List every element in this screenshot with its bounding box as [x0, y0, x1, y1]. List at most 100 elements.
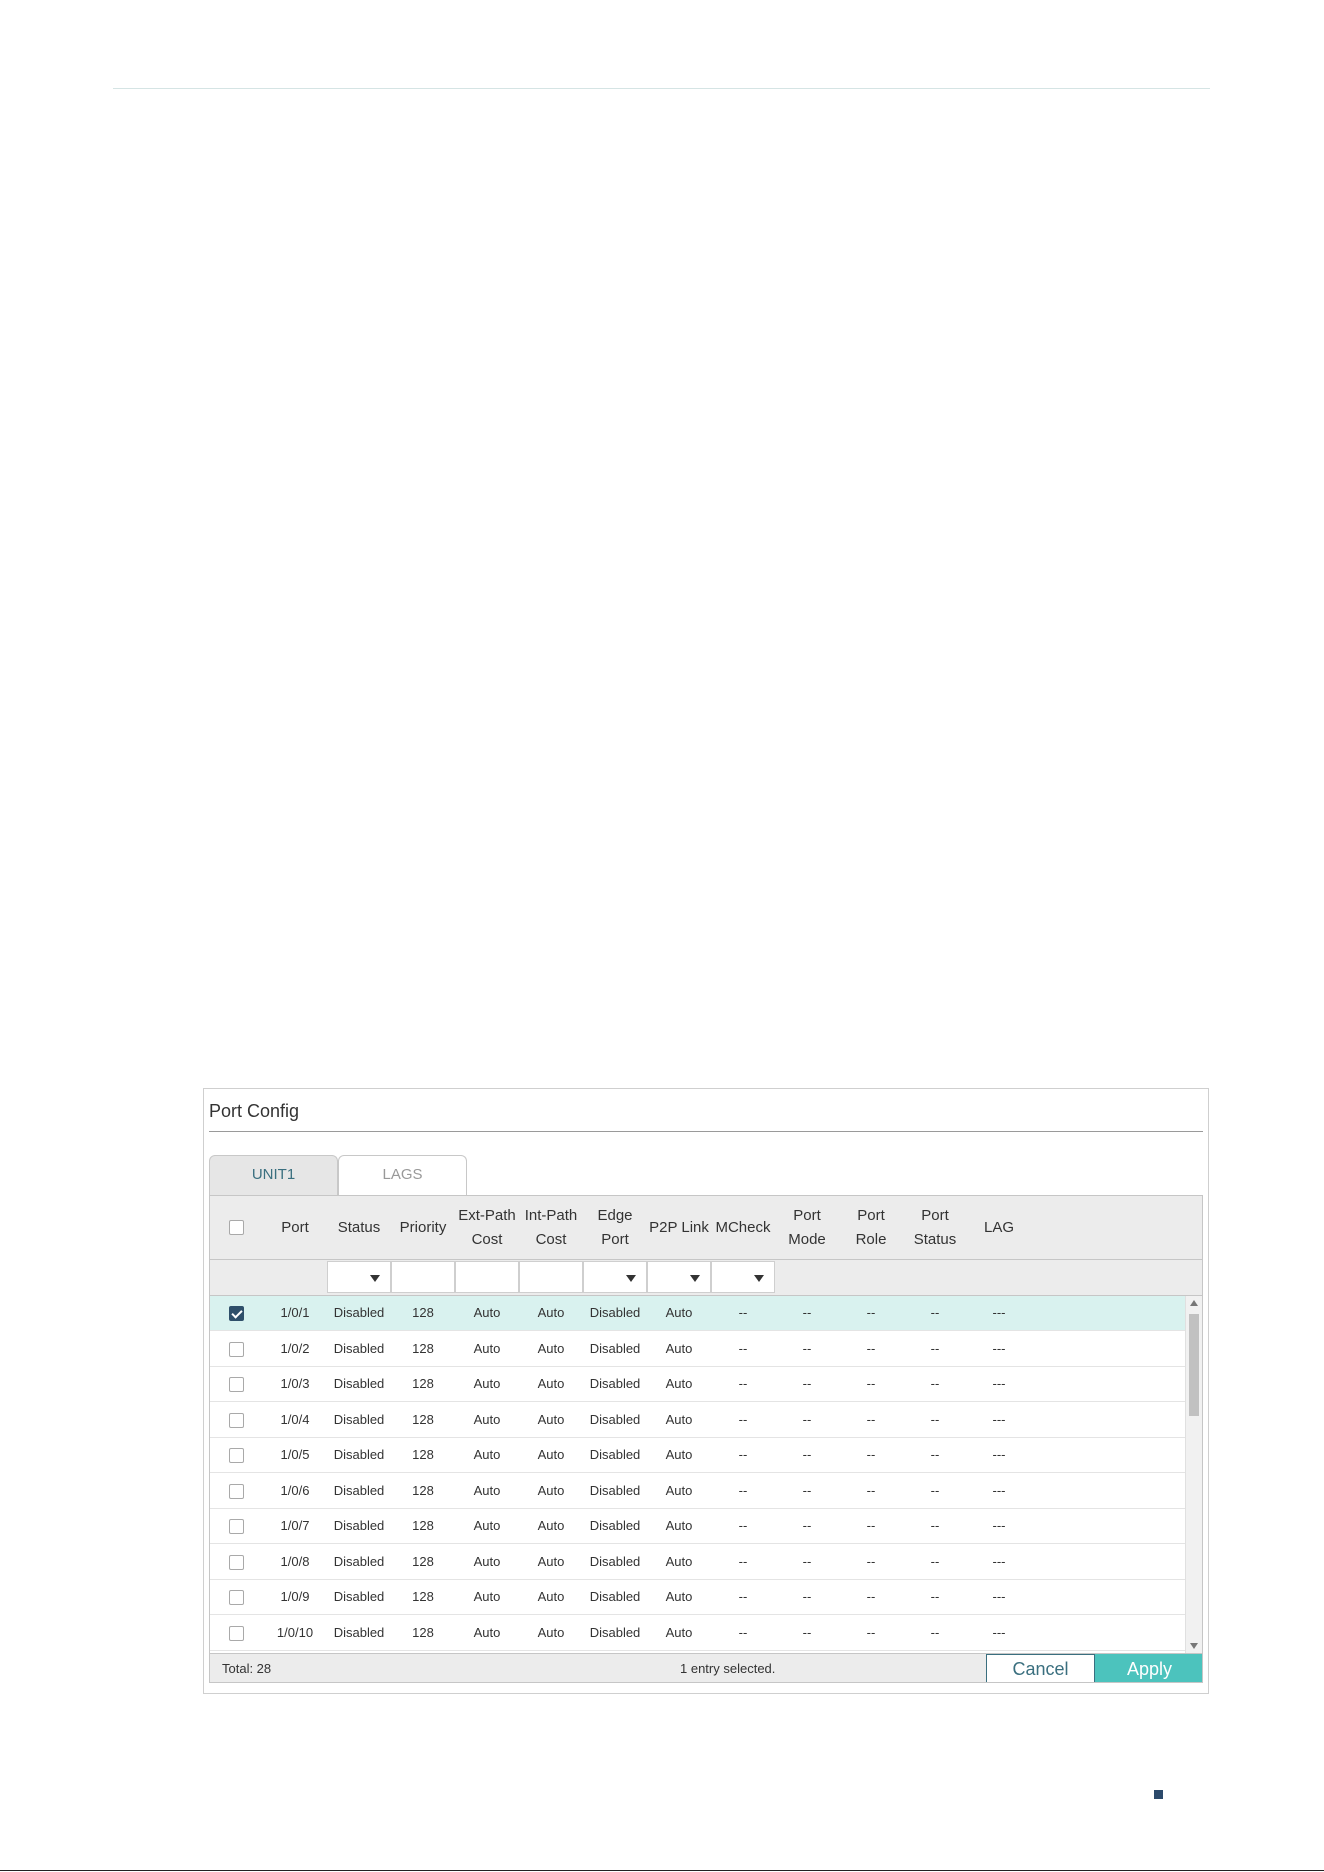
table-row[interactable]: 1/0/4 Disabled 128 Auto Auto Disabled Auto -- --…	[210, 1403, 1185, 1438]
row-checkbox[interactable]	[229, 1625, 244, 1641]
cell-p2p-link: Auto	[665, 1482, 693, 1498]
cell-ext-path-cost: Auto	[473, 1482, 501, 1498]
filter-status[interactable]	[327, 1261, 391, 1293]
cell-p2p-link: Auto	[665, 1589, 693, 1604]
row-select-cell[interactable]	[210, 1509, 263, 1544]
page-marker-icon	[1154, 1790, 1163, 1799]
cell-edge-port: Disabled	[589, 1553, 641, 1569]
row-select-cell[interactable]	[210, 1367, 263, 1402]
cell-port-role: --	[866, 1376, 876, 1391]
table-row[interactable]: 1/0/5 Disabled 128 Auto Auto Disabled Auto -- --…	[210, 1438, 1185, 1473]
row-select-cell[interactable]	[210, 1474, 263, 1509]
header-edge-port: Edge Port	[597, 1207, 633, 1248]
cell-mcheck: --	[738, 1376, 748, 1391]
cell-ext-path-cost: Auto	[473, 1305, 501, 1320]
table-row[interactable]: 1/0/8 Disabled 128 Auto Auto Disabled Auto -- --…	[210, 1545, 1185, 1580]
row-select-cell[interactable]	[210, 1403, 263, 1438]
tab-lags[interactable]: LAGS	[338, 1155, 467, 1195]
chevron-down-icon[interactable]	[690, 1275, 700, 1282]
header-select-all[interactable]	[210, 1196, 263, 1260]
filter-ext-path-cost[interactable]	[455, 1261, 519, 1293]
cell-port: 1/0/6	[280, 1482, 310, 1498]
table-row[interactable]: 1/0/1 Disabled 128 Auto Auto Disabled Auto -- --…	[210, 1296, 1185, 1331]
cell-edge-port: Disabled	[589, 1305, 641, 1320]
panel-divider	[209, 1131, 1203, 1132]
table-row[interactable]: 1/0/7 Disabled 128 Auto Auto Disabled Auto -- --…	[210, 1509, 1185, 1544]
row-select-cell[interactable]	[210, 1616, 263, 1651]
row-select-cell[interactable]	[210, 1580, 263, 1615]
port-table: Port Status Priority Ext-Path Cost Int-Path …	[209, 1195, 1203, 1683]
cell-int-path-cost: Auto	[537, 1518, 565, 1533]
cell-status: Disabled	[333, 1553, 385, 1569]
selection-status: 1 entry selected.	[680, 1661, 776, 1676]
row-checkbox[interactable]	[229, 1448, 244, 1463]
cell-int-path-cost: Auto	[537, 1340, 565, 1356]
row-select-cell[interactable]	[210, 1332, 263, 1367]
filter-edge-port[interactable]	[583, 1261, 647, 1293]
table-row[interactable]: 1/0/3 Disabled 128 Auto Auto Disabled Auto -- --…	[210, 1367, 1185, 1402]
table-body[interactable]: 1/0/1 Disabled 128 Auto Auto Disabled Auto -- --…	[210, 1296, 1202, 1653]
row-checkbox[interactable]	[229, 1306, 244, 1321]
top-rule	[113, 88, 1210, 89]
scrollbar[interactable]	[1185, 1296, 1202, 1653]
cell-edge-port: Disabled	[589, 1624, 641, 1640]
cell-port-status: --	[930, 1482, 940, 1498]
chevron-down-icon[interactable]	[370, 1275, 380, 1282]
cell-ext-path-cost: Auto	[473, 1447, 501, 1462]
table-row[interactable]: 1/0/2 Disabled 128 Auto Auto Disabled Auto -- --…	[210, 1332, 1185, 1367]
tab-unit1[interactable]: UNIT1	[209, 1155, 338, 1195]
row-select-cell[interactable]	[210, 1438, 263, 1473]
header-port-status: Port Status	[913, 1207, 957, 1248]
select-all-checkbox[interactable]	[229, 1220, 244, 1235]
row-checkbox[interactable]	[229, 1519, 244, 1534]
cell-port: 1/0/9	[280, 1589, 310, 1604]
row-checkbox[interactable]	[229, 1412, 244, 1428]
header-int-path-cost: Int-Path Cost	[524, 1207, 578, 1248]
scroll-up-icon[interactable]	[1190, 1300, 1198, 1306]
total-count: Total: 28	[222, 1661, 272, 1676]
cell-edge-port: Disabled	[589, 1589, 641, 1604]
cancel-button[interactable]: Cancel	[986, 1654, 1095, 1682]
cell-lag: ---	[992, 1411, 1006, 1427]
cell-port-mode: --	[802, 1482, 812, 1498]
cell-priority: 128	[412, 1553, 434, 1569]
cell-port: 1/0/8	[280, 1553, 310, 1569]
cell-port-role: --	[866, 1624, 876, 1640]
scrollbar-thumb[interactable]	[1189, 1314, 1199, 1416]
cell-lag: ---	[992, 1518, 1006, 1533]
cell-priority: 128	[412, 1482, 434, 1498]
cell-edge-port: Disabled	[589, 1376, 641, 1391]
filter-int-path-cost[interactable]	[519, 1261, 583, 1293]
row-select-cell[interactable]	[210, 1545, 263, 1580]
row-checkbox[interactable]	[229, 1554, 244, 1570]
cell-lag: ---	[992, 1624, 1006, 1640]
table-row[interactable]: 1/0/10 Disabled 128 Auto Auto Disabled Auto -- -…	[210, 1616, 1185, 1651]
cell-mcheck: --	[738, 1482, 748, 1498]
cell-mcheck: --	[738, 1411, 748, 1427]
cell-mcheck: --	[738, 1624, 748, 1640]
filter-mcheck[interactable]	[711, 1261, 775, 1293]
row-checkbox[interactable]	[229, 1483, 244, 1499]
cell-port: 1/0/4	[280, 1411, 310, 1427]
filter-priority[interactable]	[391, 1261, 455, 1293]
cell-int-path-cost: Auto	[537, 1589, 565, 1604]
row-checkbox[interactable]	[229, 1377, 244, 1392]
apply-button[interactable]: Apply	[1095, 1654, 1202, 1682]
cell-mcheck: --	[738, 1305, 748, 1320]
filter-p2p-link[interactable]	[647, 1261, 711, 1293]
cell-port-role: --	[866, 1589, 876, 1604]
row-checkbox[interactable]	[229, 1341, 244, 1357]
row-select-cell[interactable]	[210, 1296, 263, 1331]
chevron-down-icon[interactable]	[754, 1275, 764, 1282]
cell-port: 1/0/2	[280, 1340, 310, 1356]
cell-status: Disabled	[333, 1376, 385, 1391]
cell-priority: 128	[412, 1518, 434, 1533]
row-checkbox[interactable]	[229, 1590, 244, 1605]
scroll-down-icon[interactable]	[1190, 1643, 1198, 1649]
cell-edge-port: Disabled	[589, 1411, 641, 1427]
table-row[interactable]: 1/0/6 Disabled 128 Auto Auto Disabled Auto -- --…	[210, 1474, 1185, 1509]
table-row[interactable]: 1/0/9 Disabled 128 Auto Auto Disabled Auto -- --…	[210, 1580, 1185, 1615]
cell-port-role: --	[866, 1518, 876, 1533]
chevron-down-icon[interactable]	[626, 1275, 636, 1282]
cell-int-path-cost: Auto	[537, 1305, 565, 1320]
